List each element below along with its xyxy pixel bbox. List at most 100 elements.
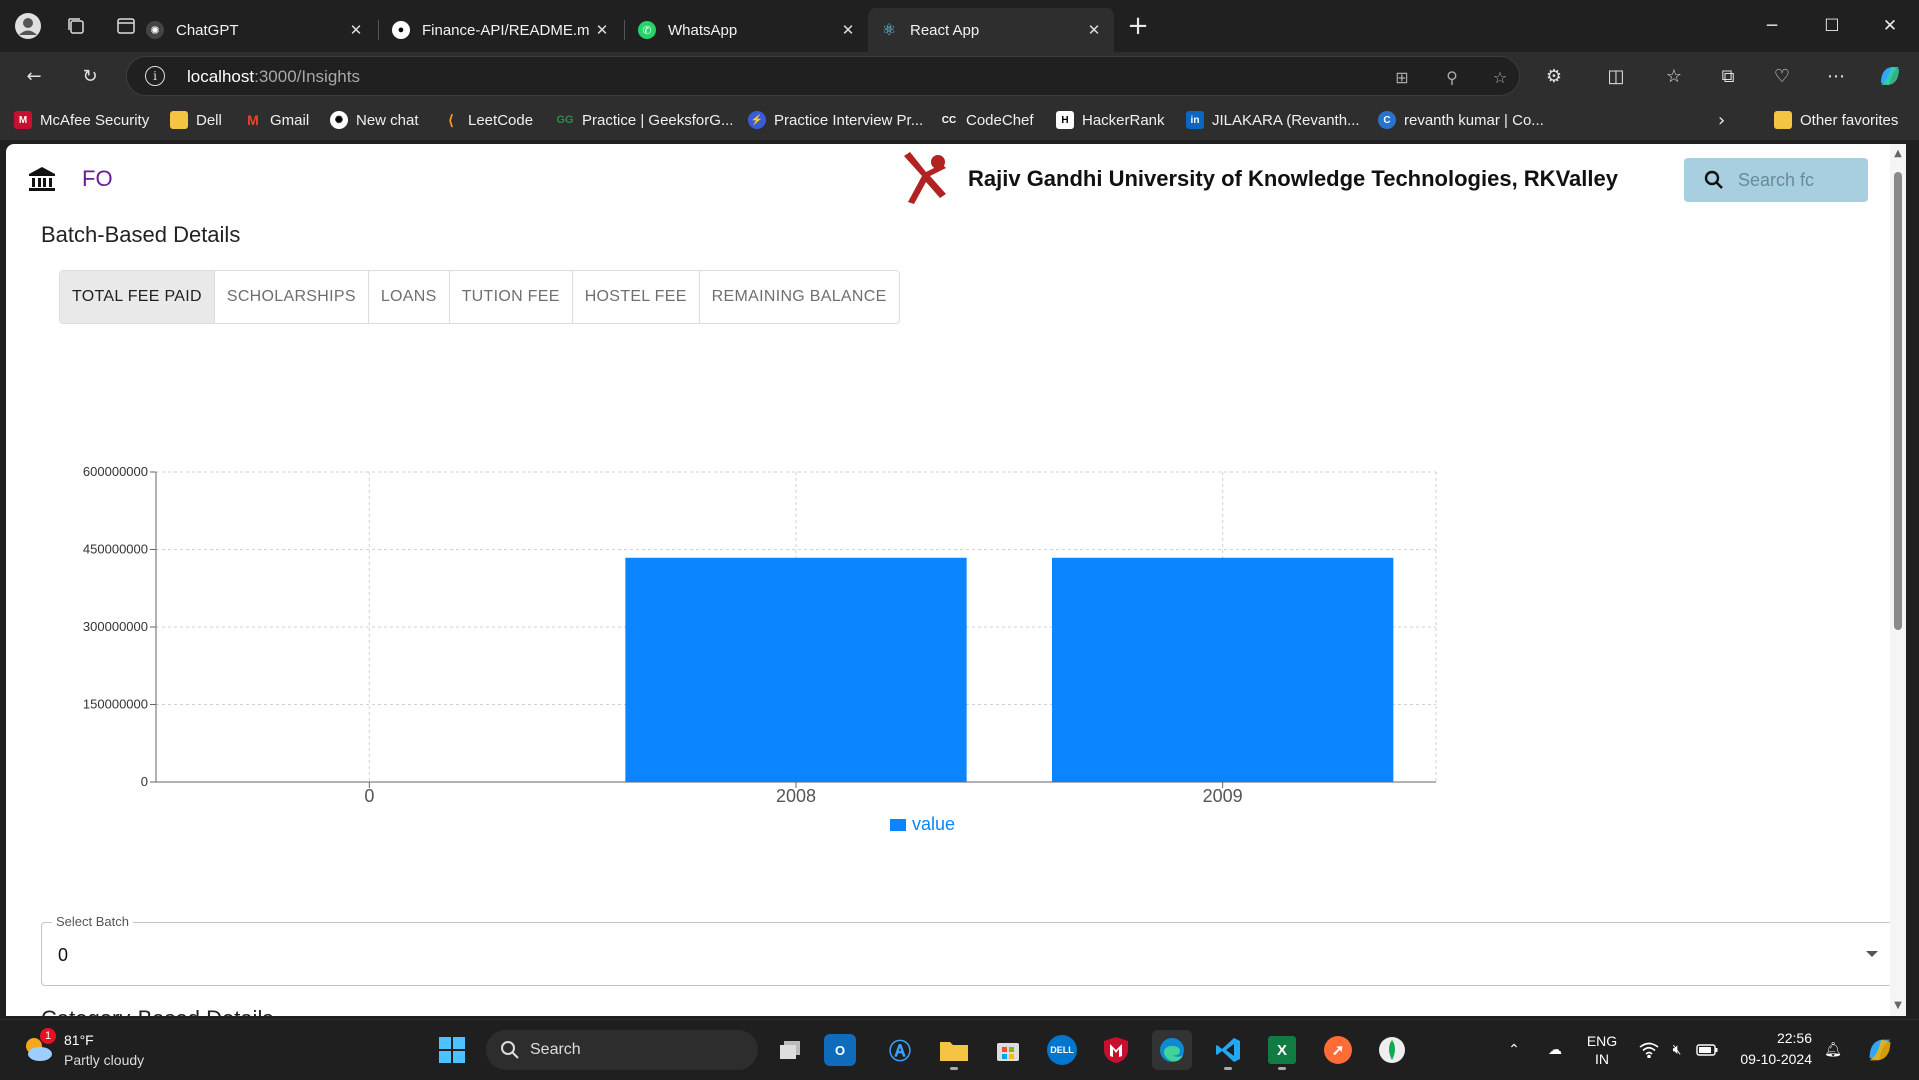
scroll-up-icon[interactable]: ▲ (1892, 148, 1904, 160)
time: 22:56 (1776, 1030, 1812, 1046)
close-icon[interactable]: ✕ (590, 21, 614, 39)
file-explorer-icon[interactable] (934, 1030, 974, 1070)
app-available-icon[interactable]: ⊞ (1389, 64, 1415, 90)
bookmark-new-chat[interactable]: ✺ New chat (330, 108, 419, 132)
tab-loans[interactable]: LOANS (369, 271, 450, 323)
zoom-icon[interactable]: ⚲ (1439, 64, 1465, 90)
window-close-icon[interactable]: ✕ (1860, 0, 1919, 52)
select-batch-dropdown[interactable]: Select Batch 0 (41, 914, 1890, 986)
scrollbar-thumb[interactable] (1894, 172, 1902, 630)
search-icon (501, 1041, 519, 1059)
github-icon: ● (392, 21, 410, 39)
close-icon[interactable]: ✕ (836, 21, 860, 39)
brand-title[interactable]: FO (82, 166, 113, 192)
close-icon[interactable]: ✕ (344, 21, 368, 39)
copilot-app-icon[interactable]: Ⓐ (880, 1030, 920, 1070)
bank-icon[interactable] (28, 166, 56, 192)
search-box[interactable]: Search fc (1684, 158, 1868, 202)
chart-legend[interactable]: value (890, 814, 955, 835)
practice-icon: ⚡ (748, 111, 766, 129)
tab-github[interactable]: ● Finance-API/README.md at main ✕ (380, 8, 622, 52)
bar-2008[interactable] (625, 557, 967, 782)
bookmark-label: JILAKARA (Revanth... (1212, 111, 1360, 129)
bookmark-interview-practice[interactable]: ⚡ Practice Interview Pr... (748, 108, 923, 132)
microsoft-store-icon[interactable] (988, 1030, 1028, 1070)
battery-icon[interactable] (1694, 1020, 1720, 1080)
task-view-icon[interactable] (770, 1030, 810, 1070)
tab-total-fee-paid[interactable]: TOTAL FEE PAID (60, 271, 215, 323)
search-icon (1704, 170, 1723, 189)
extensions-icon[interactable]: ⚙ (1536, 58, 1572, 94)
select-batch-label: Select Batch (52, 914, 133, 929)
mongodb-compass-icon[interactable] (1372, 1030, 1412, 1070)
back-icon[interactable]: ← (16, 58, 52, 94)
bookmark-other-favorites[interactable]: Other favorites (1774, 108, 1898, 132)
copilot-icon[interactable] (1872, 58, 1908, 94)
bookmark-linkedin[interactable]: in JILAKARA (Revanth... (1186, 108, 1360, 132)
clock[interactable]: 22:56 09-10-2024 (1728, 1028, 1812, 1070)
category-section-title: Category-Based Details (41, 1006, 273, 1016)
close-icon[interactable]: ✕ (1082, 21, 1106, 39)
bookmark-hackerrank[interactable]: H HackerRank (1056, 108, 1165, 132)
url-text[interactable]: localhost:3000/Insights (187, 67, 360, 87)
bookmarks-bar: M McAfee Security Dell M Gmail ✺ New chat ⟨… (0, 100, 1919, 140)
tab-chatgpt[interactable]: ✺ ChatGPT ✕ (134, 8, 376, 52)
bookmark-gmail[interactable]: M Gmail (244, 108, 309, 132)
tab-scholarships[interactable]: SCHOLARSHIPS (215, 271, 369, 323)
site-info-icon[interactable]: i (145, 66, 165, 86)
tab-react-app[interactable]: ⚛ React App ✕ (868, 8, 1114, 52)
tab-title: WhatsApp (668, 21, 738, 39)
postman-icon[interactable]: ➚ (1318, 1030, 1358, 1070)
tab-remaining-balance[interactable]: REMAINING BALANCE (700, 271, 899, 323)
collections-icon[interactable]: ⧉ (1710, 58, 1746, 94)
onedrive-icon[interactable]: ☁ (1540, 1020, 1570, 1080)
new-tab-icon[interactable]: + (1118, 8, 1158, 44)
tab-title: Finance-API/README.md at main (422, 21, 590, 39)
minimize-icon[interactable]: ─ (1742, 0, 1802, 52)
chatgpt-icon: ✺ (330, 111, 348, 129)
weather-widget[interactable]: 1 81°F Partly cloudy (22, 1028, 182, 1072)
bookmark-geeksforgeeks[interactable]: GG Practice | GeeksforG... (556, 108, 733, 132)
profile-icon[interactable] (8, 8, 48, 44)
volume-muted-icon[interactable]: 🔇︎ (1664, 1020, 1690, 1080)
bookmark-leetcode[interactable]: ⟨ LeetCode (442, 108, 533, 132)
tab-tution-fee[interactable]: TUTION FEE (450, 271, 573, 323)
chevron-right-icon[interactable]: › (1718, 108, 1725, 132)
split-screen-icon[interactable]: ◫ (1598, 58, 1634, 94)
favorite-star-icon[interactable]: ☆ (1487, 64, 1513, 90)
browser-essentials-icon[interactable]: ♡ (1764, 58, 1800, 94)
dell-icon[interactable]: DELL (1042, 1030, 1082, 1070)
language-indicator[interactable]: ENG IN (1580, 1020, 1624, 1080)
y-tick-label: 600000000 (83, 464, 148, 479)
bookmark-mcafee[interactable]: M McAfee Security (14, 108, 149, 132)
notification-bell-icon[interactable]: 🔔︎ (1820, 1020, 1846, 1080)
workspaces-icon[interactable] (56, 8, 96, 44)
date: 09-10-2024 (1740, 1051, 1812, 1067)
bookmark-dell[interactable]: Dell (170, 108, 222, 132)
maximize-icon[interactable]: ☐ (1802, 0, 1862, 52)
page-scrollbar[interactable]: ▲ ▼ (1890, 144, 1906, 1016)
tab-hostel-fee[interactable]: HOSTEL FEE (573, 271, 700, 323)
bookmark-codechef[interactable]: CC CodeChef (940, 108, 1034, 132)
bookmark-coursera[interactable]: Crevanth kumar | Co... (1378, 108, 1544, 132)
scroll-down-icon[interactable]: ▼ (1892, 1000, 1904, 1012)
favorites-icon[interactable]: ☆ (1656, 58, 1692, 94)
hackerrank-icon: H (1056, 111, 1074, 129)
copilot-tray-icon[interactable] (1862, 1020, 1898, 1080)
outlook-icon[interactable]: O (824, 1034, 856, 1066)
wifi-icon[interactable] (1636, 1020, 1662, 1080)
bookmark-label: revanth kumar | Co... (1404, 111, 1544, 129)
refresh-icon[interactable]: ↻ (72, 58, 108, 94)
taskbar-search[interactable]: Search (486, 1030, 758, 1070)
search-input[interactable]: Search fc (1738, 170, 1858, 191)
vscode-icon[interactable] (1208, 1030, 1248, 1070)
bar-2009[interactable] (1052, 557, 1394, 782)
edge-icon[interactable] (1152, 1030, 1192, 1070)
more-menu-icon[interactable]: ⋯ (1818, 58, 1854, 94)
chevron-up-icon[interactable]: ⌃ (1500, 1020, 1528, 1080)
tab-whatsapp[interactable]: ✆ WhatsApp ✕ (626, 8, 868, 52)
address-bar[interactable]: i localhost:3000/Insights ⊞ ⚲ ☆ (126, 56, 1520, 96)
excel-icon[interactable]: X (1262, 1030, 1302, 1070)
mcafee-app-icon[interactable] (1096, 1030, 1136, 1070)
start-icon[interactable] (432, 1030, 472, 1070)
